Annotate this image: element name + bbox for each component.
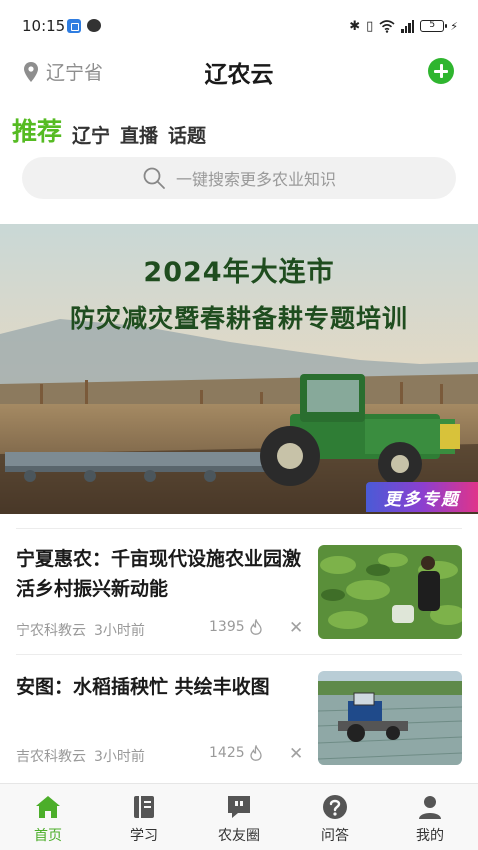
news-heat-count: 1425	[209, 745, 245, 761]
news-time: 3小时前	[94, 623, 145, 639]
dismiss-icon[interactable]: ✕	[289, 618, 303, 638]
dismiss-icon[interactable]: ✕	[289, 744, 303, 764]
status-bar: 10:15 ✱ ▯ 5 ⚡	[0, 0, 478, 52]
news-source: 宁农科教云	[16, 623, 86, 639]
banner-title-line-2: 防灾减灾暨春耕备耕专题培训	[69, 304, 408, 333]
news-heat-count: 1395	[209, 619, 245, 635]
status-time: 10:15	[22, 17, 66, 35]
nav-qa-label: 问答	[321, 828, 349, 844]
news-thumbnail	[318, 545, 462, 639]
bluetooth-icon: ✱	[349, 18, 361, 34]
wifi-icon	[379, 19, 395, 33]
question-icon	[323, 795, 347, 819]
nav-qa[interactable]: 问答	[287, 784, 383, 850]
search-bar[interactable]: 一键搜索更多农业知识	[22, 157, 456, 199]
tab-liaoning[interactable]: 辽宁	[72, 121, 110, 148]
more-topics-button[interactable]: 更多专题	[366, 482, 478, 512]
news-title: 宁夏惠农：千亩现代设施农业园激活乡村振兴新动能	[16, 548, 302, 600]
nav-farmer-circle-label: 农友圈	[218, 828, 260, 844]
nav-profile[interactable]: 我的	[382, 784, 478, 850]
news-meta: 宁农科教云 3小时前	[16, 620, 145, 640]
banner-title-line-1: 2024年大连市	[143, 257, 335, 288]
flame-icon	[249, 619, 262, 635]
tab-topics[interactable]: 话题	[168, 121, 206, 148]
search-placeholder: 一键搜索更多农业知识	[175, 170, 336, 189]
nav-study[interactable]: 学习	[96, 784, 192, 850]
book-icon	[134, 796, 154, 818]
home-icon	[36, 796, 60, 818]
charging-icon: ⚡	[450, 19, 458, 33]
quote-bubble-icon	[228, 796, 250, 818]
signal-icon	[401, 19, 415, 33]
news-item[interactable]: 安图：水稻插秧忙 共绘丰收图 吉农科教云 3小时前 1425 ✕	[16, 654, 462, 780]
news-item[interactable]: 宁夏惠农：千亩现代设施农业园激活乡村振兴新动能 宁农科教云 3小时前 1395 …	[16, 528, 462, 654]
vibrate-icon: ▯	[366, 18, 374, 34]
message-bubble-icon	[87, 19, 101, 32]
status-indicators: ✱ ▯ 5 ⚡	[349, 16, 458, 36]
search-icon	[143, 167, 165, 189]
news-thumbnail	[318, 671, 462, 765]
news-source: 吉农科教云	[16, 749, 86, 765]
news-meta: 吉农科教云 3小时前	[16, 746, 145, 766]
bottom-nav: 首页 学习 农友圈 问答 我的	[0, 783, 478, 850]
notification-app-icon	[67, 19, 81, 33]
tab-live[interactable]: 直播	[120, 121, 158, 148]
banner-carousel[interactable]: 2024年大连市 防灾减灾暨春耕备耕专题培训	[0, 224, 478, 514]
flame-icon	[249, 745, 262, 761]
nav-study-label: 学习	[130, 828, 158, 844]
nav-home[interactable]: 首页	[0, 784, 96, 850]
news-title: 安图：水稻插秧忙 共绘丰收图	[16, 676, 270, 698]
battery-icon: 5	[420, 20, 448, 32]
nav-profile-label: 我的	[416, 828, 444, 844]
app-title: 辽农云	[204, 62, 274, 88]
news-heat: 1395	[209, 619, 263, 635]
nav-farmer-circle[interactable]: 农友圈	[191, 784, 287, 850]
tab-recommend[interactable]: 推荐	[12, 112, 62, 148]
nav-home-label: 首页	[34, 828, 62, 844]
user-icon	[419, 796, 441, 819]
category-tabs: 推荐 辽宁 直播 话题	[12, 112, 206, 148]
news-heat: 1425	[209, 745, 263, 761]
add-button[interactable]	[428, 58, 454, 84]
news-time: 3小时前	[94, 749, 145, 765]
